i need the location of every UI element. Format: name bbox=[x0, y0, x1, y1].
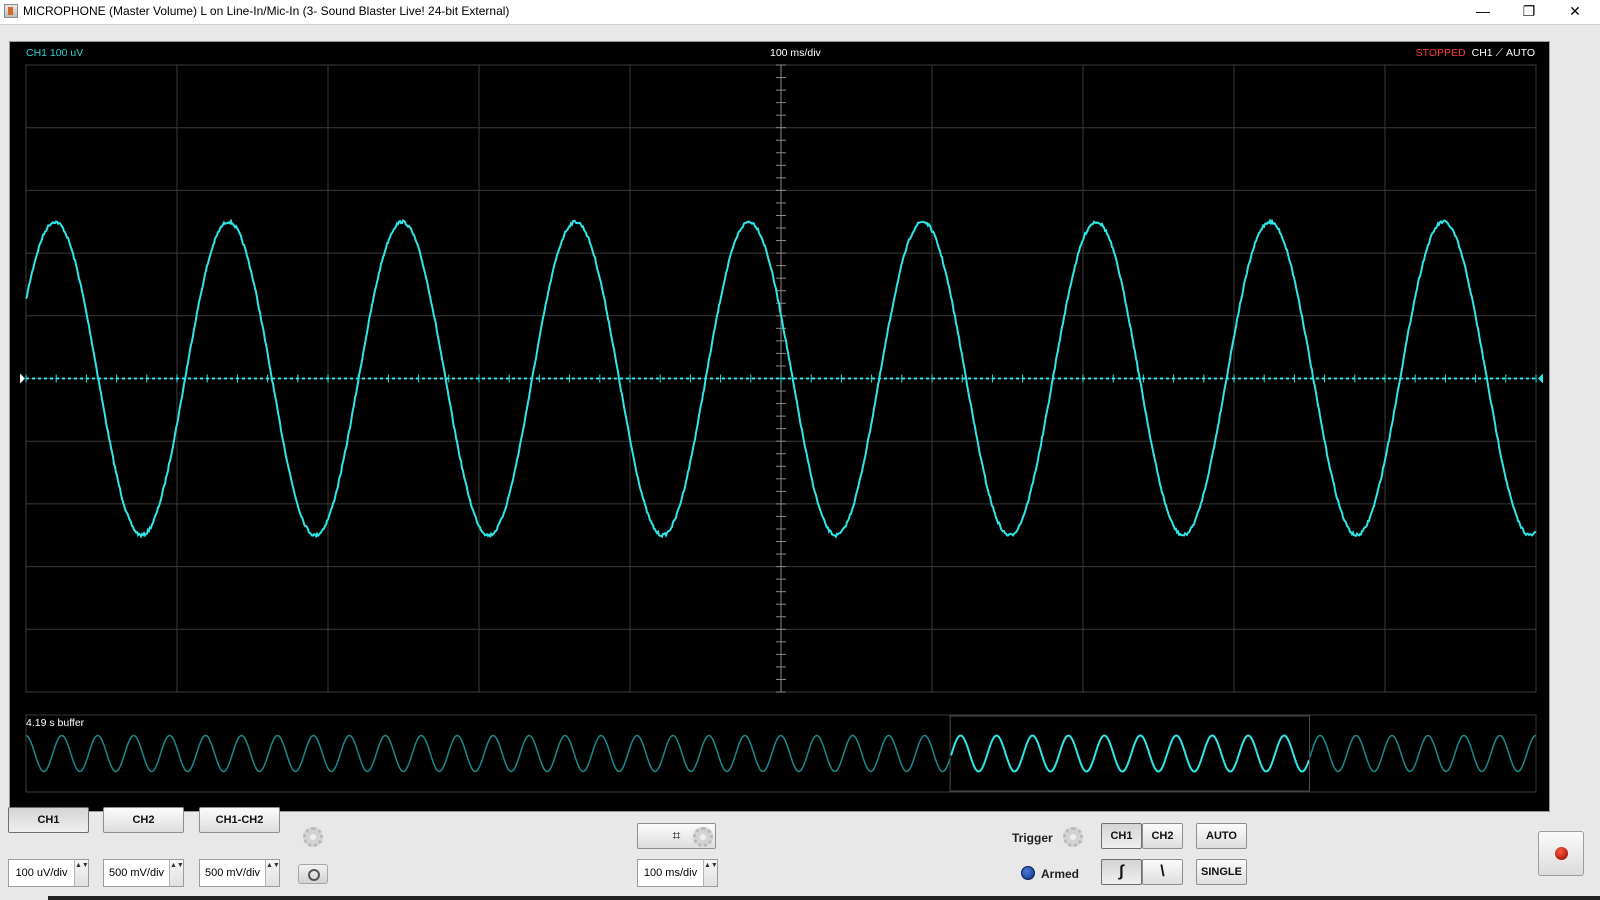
timebase-settings-gear-icon[interactable] bbox=[693, 827, 713, 847]
trigger-label: Trigger bbox=[1012, 831, 1053, 845]
acquisition-status: STOPPED CH1 ⟋ AUTO bbox=[1416, 47, 1535, 60]
ch2-scale-arrows[interactable]: ▲▼ bbox=[169, 860, 184, 886]
trigger-ch2-button[interactable]: CH2 bbox=[1142, 823, 1183, 849]
window-title: MICROPHONE (Master Volume) L on Line-In/… bbox=[23, 4, 510, 18]
buffer-label: 4.19 s buffer bbox=[26, 717, 85, 729]
math-scale-value[interactable]: 500 mV/div bbox=[200, 860, 265, 886]
trigger-level-marker-icon[interactable] bbox=[1538, 373, 1543, 384]
channel-scale-label: CH1 100 uV bbox=[26, 47, 84, 59]
falling-edge-button[interactable]: \ bbox=[1142, 859, 1183, 885]
status-trigger-mode: AUTO bbox=[1506, 47, 1535, 59]
math-scale-arrows[interactable]: ▲▼ bbox=[265, 860, 280, 886]
ch2-scale-value[interactable]: 500 mV/div bbox=[104, 860, 169, 886]
close-button[interactable]: ✕ bbox=[1552, 0, 1598, 24]
title-bar: MICROPHONE (Master Volume) L on Line-In/… bbox=[0, 0, 1600, 25]
trigger-ch1-button[interactable]: CH1 bbox=[1101, 823, 1142, 849]
ch1-minus-ch2-button[interactable]: CH1-CH2 bbox=[199, 807, 280, 833]
timebase-value[interactable]: 100 ms/div bbox=[638, 860, 703, 886]
auto-button[interactable]: AUTO bbox=[1196, 823, 1247, 849]
timebase-spinner[interactable]: 100 ms/div ▲▼ bbox=[637, 859, 718, 887]
buffer-overview[interactable] bbox=[25, 714, 1537, 793]
math-scale-spinner[interactable]: 500 mV/div ▲▼ bbox=[199, 859, 280, 887]
trigger-settings-gear-icon[interactable] bbox=[1063, 827, 1083, 847]
scope-canvas[interactable] bbox=[10, 42, 1549, 811]
record-button[interactable] bbox=[1538, 831, 1584, 876]
trigger-slope-icon: ⟋ bbox=[1495, 47, 1504, 59]
ch2-scale-spinner[interactable]: 500 mV/div ▲▼ bbox=[103, 859, 184, 887]
record-icon bbox=[1555, 847, 1568, 860]
minimize-button[interactable]: — bbox=[1460, 0, 1506, 24]
armed-label: Armed bbox=[1041, 867, 1080, 881]
app-icon bbox=[4, 4, 18, 18]
ch1-scale-spinner[interactable]: 100 uV/div ▲▼ bbox=[8, 859, 89, 887]
timebase-label: 100 ms/div bbox=[770, 47, 821, 59]
ch1-scale-value[interactable]: 100 uV/div bbox=[9, 860, 74, 886]
restore-button[interactable]: ❐ bbox=[1506, 0, 1552, 24]
ch1-level-marker-icon[interactable] bbox=[20, 373, 25, 384]
channel-settings-gear-icon[interactable] bbox=[303, 827, 323, 847]
bottom-edge bbox=[48, 896, 1600, 900]
ch2-button[interactable]: CH2 bbox=[103, 807, 184, 833]
status-stopped: STOPPED bbox=[1415, 47, 1466, 59]
screenshot-camera-icon[interactable] bbox=[298, 864, 328, 884]
ch1-button[interactable]: CH1 bbox=[8, 807, 89, 833]
rising-edge-button[interactable]: ∫ bbox=[1101, 859, 1142, 885]
single-button[interactable]: SINGLE bbox=[1196, 859, 1247, 885]
ch1-scale-arrows[interactable]: ▲▼ bbox=[74, 860, 89, 886]
armed-indicator-icon bbox=[1021, 866, 1035, 880]
timebase-arrows[interactable]: ▲▼ bbox=[703, 860, 718, 886]
oscilloscope-display[interactable]: CH1 100 uV 100 ms/div STOPPED CH1 ⟋ AUTO 4.… bbox=[9, 41, 1550, 812]
status-trigger-channel: CH1 bbox=[1471, 47, 1493, 59]
